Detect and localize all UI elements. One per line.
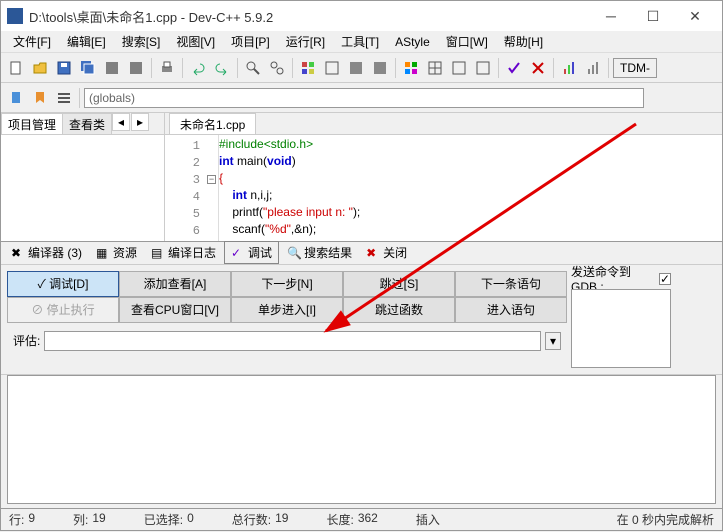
status-parse: 在 0 秒内完成解析 — [617, 511, 714, 528]
tab-project[interactable]: 项目管理 — [1, 113, 63, 134]
print-icon[interactable] — [156, 57, 178, 79]
profile-icon[interactable] — [558, 57, 580, 79]
save-project-icon[interactable] — [125, 57, 147, 79]
tab-next-icon[interactable]: ▸ — [131, 113, 149, 131]
gdb-input[interactable] — [571, 289, 671, 368]
resource-icon: ▦ — [96, 246, 110, 260]
log-icon: ▤ — [151, 246, 165, 260]
replace-icon[interactable] — [266, 57, 288, 79]
eval-input[interactable] — [44, 331, 541, 351]
scope-combo[interactable]: (globals) — [84, 88, 644, 108]
search-icon: 🔍 — [287, 246, 301, 260]
status-len: 362 — [358, 511, 378, 528]
tab-resource[interactable]: ▦资源 — [90, 242, 143, 263]
code-editor[interactable]: 1 2 3− 4 5 6 7 8− 9 10− 11 12 #include<s… — [165, 135, 722, 241]
bookmark-list-icon[interactable] — [53, 87, 75, 109]
app-icon — [7, 8, 23, 24]
debug-button[interactable]: ✓ 调试[D] — [7, 271, 119, 297]
tab-classes[interactable]: 查看类 — [62, 113, 112, 134]
add-watch-button[interactable]: 添加查看[A] — [119, 271, 231, 297]
grid4-icon[interactable] — [472, 57, 494, 79]
menu-2[interactable]: 搜索[S] — [114, 31, 169, 52]
menu-9[interactable]: 帮助[H] — [496, 31, 551, 52]
status-col: 19 — [92, 511, 105, 528]
output-area[interactable] — [7, 375, 716, 505]
tab-compiler[interactable]: ✖编译器 (3) — [5, 242, 88, 263]
maximize-button[interactable]: ☐ — [632, 2, 674, 30]
minimize-button[interactable]: ─ — [590, 2, 632, 30]
profile2-icon[interactable] — [582, 57, 604, 79]
eval-label: 评估: — [13, 332, 40, 349]
debug-x-icon[interactable] — [527, 57, 549, 79]
compiler-set-combo[interactable]: TDM- — [613, 58, 657, 78]
eval-dropdown-icon[interactable]: ▾ — [545, 332, 561, 350]
status-total: 19 — [275, 511, 288, 528]
menu-6[interactable]: 工具[T] — [333, 31, 387, 52]
find-icon[interactable] — [242, 57, 264, 79]
close-icon: ✖ — [366, 246, 380, 260]
goto-bookmark-icon[interactable] — [5, 87, 27, 109]
cpu-window-button[interactable]: 查看CPU窗口[V] — [119, 297, 231, 323]
debug-check-icon[interactable] — [503, 57, 525, 79]
grid1-icon[interactable] — [400, 57, 422, 79]
gdb-checkbox[interactable]: ✓ — [659, 273, 671, 285]
tab-prev-icon[interactable]: ◂ — [112, 113, 130, 131]
status-mode: 插入 — [416, 511, 440, 528]
run-icon[interactable] — [321, 57, 343, 79]
new-file-icon[interactable] — [5, 57, 27, 79]
open-icon[interactable] — [29, 57, 51, 79]
compile-icon[interactable] — [297, 57, 319, 79]
menu-5[interactable]: 运行[R] — [278, 31, 333, 52]
rebuild-icon[interactable] — [369, 57, 391, 79]
menu-3[interactable]: 视图[V] — [168, 31, 223, 52]
error-icon: ✖ — [11, 246, 25, 260]
menu-1[interactable]: 编辑[E] — [59, 31, 114, 52]
save-icon[interactable] — [53, 57, 75, 79]
check-icon: ✓ — [231, 246, 245, 260]
menu-7[interactable]: AStyle — [387, 33, 438, 51]
next-stmt-button[interactable]: 下一条语句 — [455, 271, 567, 297]
file-tab[interactable]: 未命名1.cpp — [169, 113, 256, 134]
toggle-bookmark-icon[interactable] — [29, 87, 51, 109]
grid2-icon[interactable] — [424, 57, 446, 79]
stop-button[interactable]: ⊘ 停止执行 — [7, 297, 119, 323]
close-button[interactable]: ✕ — [674, 2, 716, 30]
tab-compile-log[interactable]: ▤编译日志 — [145, 242, 222, 263]
step-into-button[interactable]: 单步进入[I] — [231, 297, 343, 323]
save-as-icon[interactable] — [101, 57, 123, 79]
tab-debug[interactable]: ✓调试 — [224, 241, 279, 264]
tab-search-results[interactable]: 🔍搜索结果 — [281, 242, 358, 263]
redo-icon[interactable] — [211, 57, 233, 79]
step-over-button[interactable]: 跳过[S] — [343, 271, 455, 297]
project-tree[interactable] — [1, 135, 164, 241]
status-sel: 0 — [187, 511, 194, 528]
grid3-icon[interactable] — [448, 57, 470, 79]
menu-4[interactable]: 项目[P] — [223, 31, 278, 52]
into-stmt-button[interactable]: 进入语句 — [455, 297, 567, 323]
tab-close[interactable]: ✖关闭 — [360, 242, 413, 263]
undo-icon[interactable] — [187, 57, 209, 79]
save-all-icon[interactable] — [77, 57, 99, 79]
menu-0[interactable]: 文件[F] — [5, 31, 59, 52]
menu-8[interactable]: 窗口[W] — [438, 31, 496, 52]
status-row: 9 — [28, 511, 35, 528]
next-button[interactable]: 下一步[N] — [231, 271, 343, 297]
window-title: D:\tools\桌面\未命名1.cpp - Dev-C++ 5.9.2 — [29, 7, 590, 26]
compile-run-icon[interactable] — [345, 57, 367, 79]
step-out-button[interactable]: 跳过函数 — [343, 297, 455, 323]
